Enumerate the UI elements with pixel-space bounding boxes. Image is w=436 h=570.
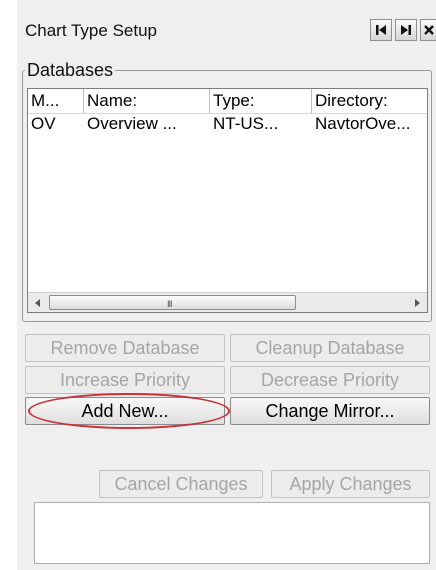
column-header-name[interactable]: Name: — [84, 89, 210, 113]
apply-changes-button[interactable]: Apply Changes — [271, 470, 430, 498]
column-header-m[interactable]: M... — [28, 89, 84, 113]
cancel-changes-button[interactable]: Cancel Changes — [99, 470, 263, 498]
close-icon — [423, 24, 435, 36]
chart-type-setup-panel: Chart Type Setup Databases M... Name: Ty… — [17, 0, 436, 570]
scroll-thumb[interactable]: III — [49, 295, 296, 310]
panel-title: Chart Type Setup — [25, 21, 157, 40]
first-button[interactable] — [370, 19, 392, 41]
cell-m: OV — [31, 114, 56, 133]
cell-directory: NavtorOve... — [315, 114, 411, 133]
add-new-button[interactable]: Add New... — [25, 397, 225, 425]
cleanup-database-button[interactable]: Cleanup Database — [230, 334, 430, 362]
chevron-left-icon — [35, 294, 41, 312]
panel-header: Chart Type Setup — [17, 0, 436, 52]
column-header-directory[interactable]: Directory: — [312, 89, 427, 113]
close-button[interactable] — [420, 19, 436, 41]
decrease-priority-button[interactable]: Decrease Priority — [230, 366, 430, 394]
status-area — [34, 502, 430, 564]
cell-type: NT-US... — [213, 114, 279, 133]
scroll-left-button[interactable] — [29, 293, 47, 312]
table-row[interactable]: OV Overview ... NT-US... NavtorOve... — [28, 113, 427, 135]
change-mirror-button[interactable]: Change Mirror... — [230, 397, 430, 425]
last-button[interactable] — [395, 19, 417, 41]
increase-priority-button[interactable]: Increase Priority — [25, 366, 225, 394]
scroll-grip: III — [167, 299, 172, 309]
databases-list[interactable]: M... Name: Type: Directory: OV Overview … — [27, 88, 428, 313]
cell-name: Overview ... — [87, 114, 177, 133]
scroll-right-button[interactable] — [408, 293, 426, 312]
list-header: M... Name: Type: Directory: — [28, 89, 427, 114]
skip-to-end-icon — [400, 24, 412, 36]
databases-legend: Databases — [25, 60, 116, 81]
horizontal-scrollbar[interactable]: III — [28, 292, 427, 312]
remove-database-button[interactable]: Remove Database — [25, 334, 225, 362]
skip-to-start-icon — [375, 24, 387, 36]
column-header-type[interactable]: Type: — [210, 89, 312, 113]
chevron-right-icon — [414, 294, 420, 312]
